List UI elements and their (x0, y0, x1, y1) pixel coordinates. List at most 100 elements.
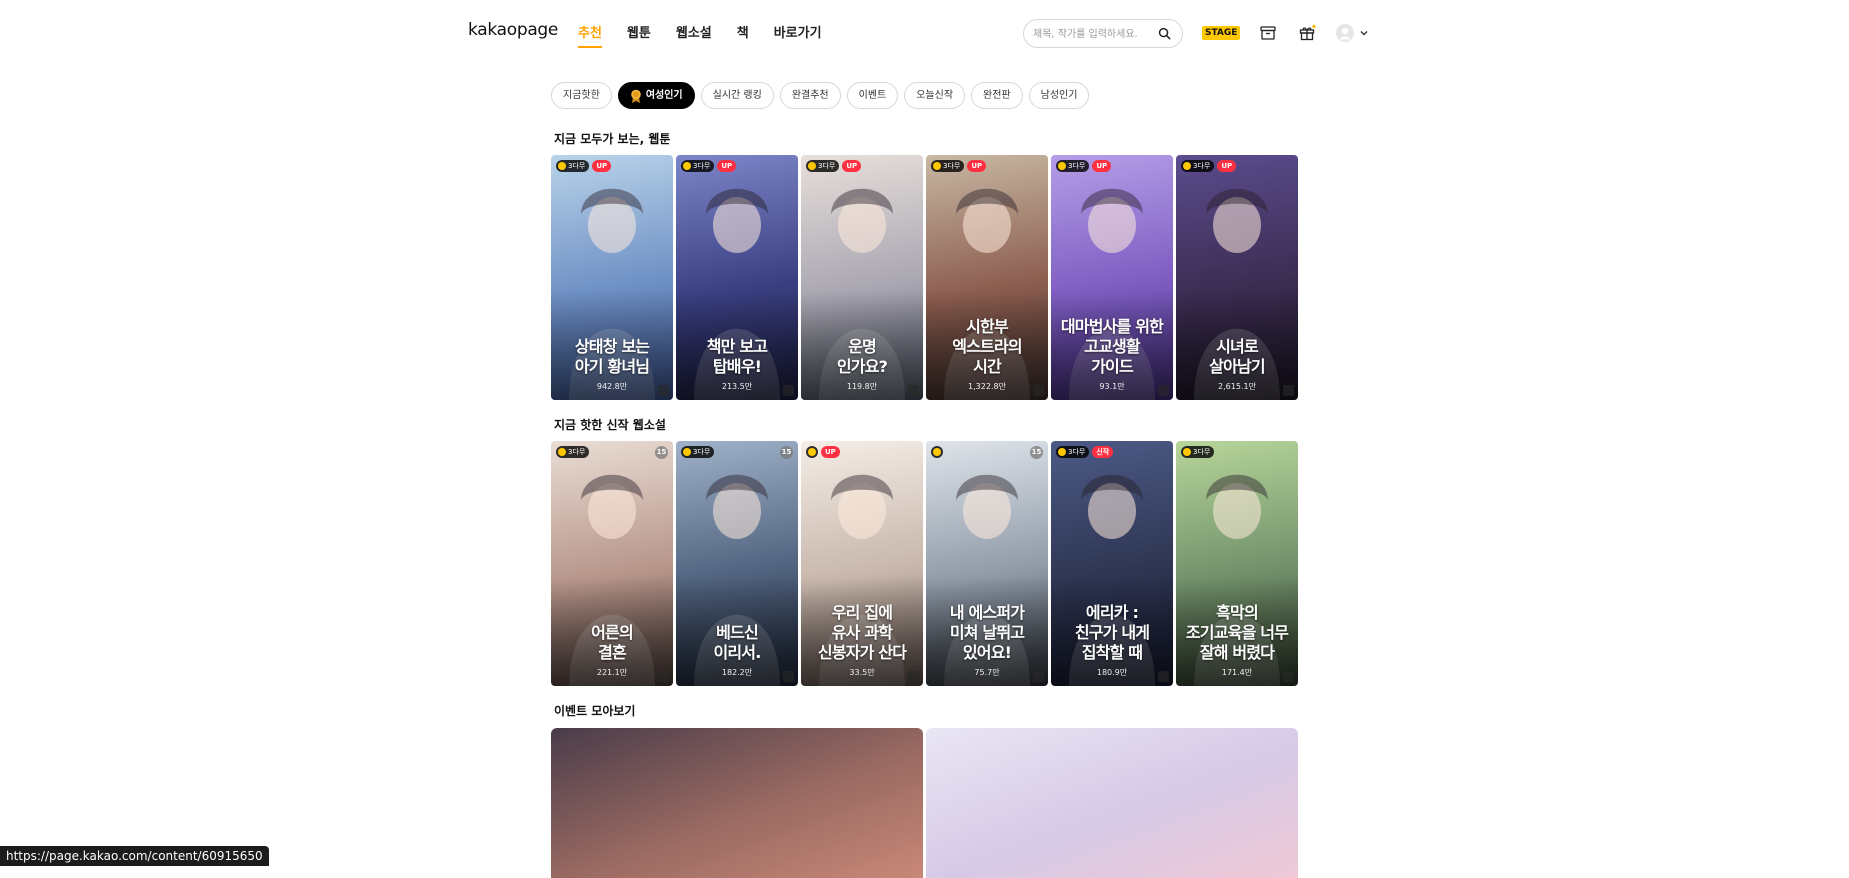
category-chip[interactable]: 지금핫한 (551, 82, 612, 109)
category-chip[interactable]: 남성인기 (1028, 82, 1090, 109)
clock-icon (683, 448, 691, 456)
search-input[interactable] (1033, 26, 1155, 42)
clock-icon (1183, 448, 1191, 456)
menu-icon (1158, 385, 1169, 396)
content-card[interactable]: 3다무 15 베드신 이리서. 182.2만 (676, 441, 798, 686)
status-badge: UP (1217, 160, 1237, 172)
content-card[interactable]: 15 내 에스퍼가 미쳐 날뛰고 있어요! 75.7만 (926, 441, 1048, 686)
menu-icon (658, 385, 669, 396)
status-badge: UP (592, 160, 612, 172)
wait-free-badge: 3다무 (1181, 160, 1215, 172)
content-card[interactable]: 3다무 흑막의 조기교육을 너무 잘해 버렸다 171.4만 (1176, 441, 1298, 686)
nav-item[interactable]: 바로가기 (774, 22, 822, 48)
category-chip-label: 여성인기 (645, 90, 683, 101)
nav-item[interactable]: 책 (737, 22, 749, 48)
menu-icon (908, 671, 919, 682)
category-chip[interactable]: 완전판 (971, 82, 1023, 109)
badge-group: 3다무 UP (1056, 160, 1112, 172)
category-chip-label: 오늘신작 (916, 90, 954, 101)
clock-icon (933, 162, 941, 170)
category-chip[interactable]: 여성인기 (617, 82, 695, 109)
content-card[interactable]: 3다무 UP 시녀로 살아남기 2,615.1만 (1176, 155, 1298, 400)
view-count: 942.8만 (596, 382, 628, 391)
content-card[interactable]: 3다무 UP 시한부 엑스트라의 시간 1,322.8만 (926, 155, 1048, 400)
menu-icon (1283, 385, 1294, 396)
nav-item[interactable]: 웹툰 (627, 22, 651, 48)
main-nav: 추천 웹툰 웹소설 책 바로가기 (578, 22, 822, 48)
badge-group: 3다무 신작 (1056, 446, 1114, 458)
section-title-webtoon: 지금 모두가 보는, 웹툰 (554, 132, 671, 146)
wait-free-label: 3다무 (1068, 448, 1086, 456)
wait-free-label: 3다무 (1193, 162, 1211, 170)
content-title: 책만 보고 탑배우! (706, 337, 768, 376)
menu-icon (1158, 671, 1169, 682)
content-card[interactable]: 3다무 신작 에리카 : 친구가 내게 집착할 때 180.9만 (1051, 441, 1173, 686)
menu-icon (783, 385, 794, 396)
wait-free-badge: 3다무 (1056, 446, 1090, 458)
content-card[interactable]: 3다무 UP 대마법사를 위한 고교생활 가이드 93.1만 (1051, 155, 1173, 400)
section-title-novel: 지금 핫한 신작 웹소설 (554, 418, 666, 432)
status-badge: UP (821, 446, 840, 458)
wait-free-badge: 3다무 (681, 446, 715, 458)
wait-free-label: 3다무 (693, 448, 711, 456)
content-card[interactable]: 3다무 UP 책만 보고 탑배우! 213.5만 (676, 155, 798, 400)
content-title: 운명 인가요? (836, 337, 888, 376)
wait-free-badge: 3다무 (931, 160, 965, 172)
category-chip[interactable]: 실시간 랭킹 (700, 82, 774, 109)
status-badge: UP (967, 160, 987, 172)
kakaopage-logo[interactable]: kakaopage (468, 20, 558, 40)
content-title: 우리 집에 유사 과학 신봉자가 산다 (817, 603, 907, 662)
badge-group (931, 446, 943, 458)
chevron-down-icon (1360, 31, 1368, 36)
event-banner[interactable] (551, 728, 923, 878)
wait-free-label: 3다무 (568, 162, 586, 170)
clock-icon (558, 448, 566, 456)
profile-menu[interactable] (1336, 24, 1370, 42)
category-chip[interactable]: 완결추천 (779, 82, 841, 109)
event-banner[interactable] (926, 728, 1298, 878)
status-badge: 신작 (1092, 446, 1114, 458)
category-chip-label: 실시간 랭킹 (712, 90, 762, 101)
category-chip[interactable]: 오늘신작 (904, 82, 966, 109)
badge-group: 3다무 (681, 446, 715, 458)
content-card[interactable]: 3다무 UP 상태창 보는 아기 황녀님 942.8만 (551, 155, 673, 400)
content-card[interactable]: 3다무 15 어른의 결혼 221.1만 (551, 441, 673, 686)
search-icon[interactable] (1158, 27, 1171, 40)
wait-free-label: 3다무 (1068, 162, 1086, 170)
badge-group: 3다무 UP (681, 160, 737, 172)
badge-group: 3다무 UP (806, 160, 862, 172)
status-bar-url: https://page.kakao.com/content/60915650 (0, 846, 269, 866)
view-count: 213.5만 (721, 382, 753, 391)
badge-group: 3다무 UP (931, 160, 987, 172)
content-title: 시녀로 살아남기 (1209, 337, 1265, 376)
wait-free-label: 3다무 (1193, 448, 1211, 456)
clock-icon (808, 162, 816, 170)
content-title: 내 에스퍼가 미쳐 날뛰고 있어요! (949, 603, 1025, 662)
category-chip[interactable]: 이벤트 (846, 82, 899, 109)
wait-free-badge: 3다무 (806, 160, 840, 172)
content-title: 어른의 결혼 (591, 623, 634, 662)
age-rating-badge: 15 (1030, 446, 1043, 459)
stage-button[interactable]: STAGE (1202, 26, 1241, 40)
status-badge: UP (842, 160, 862, 172)
badge-group: 3다무 UP (1181, 160, 1237, 172)
wait-free-badge: 3다무 (556, 446, 590, 458)
clock-icon (1183, 162, 1191, 170)
view-count: 33.5만 (849, 668, 875, 677)
clock-icon (1058, 162, 1066, 170)
age-rating-badge: 15 (780, 446, 793, 459)
menu-icon (783, 671, 794, 682)
category-chip-label: 완전판 (983, 90, 1011, 101)
section-title-event: 이벤트 모아보기 (554, 704, 636, 718)
nav-item[interactable]: 추천 (578, 22, 602, 48)
view-count: 180.9만 (1096, 668, 1128, 677)
archive-box-icon[interactable] (1259, 24, 1277, 42)
menu-icon (1283, 671, 1294, 682)
nav-item[interactable]: 웹소설 (676, 22, 712, 48)
gift-icon[interactable] (1298, 24, 1316, 42)
content-card[interactable]: UP 우리 집에 유사 과학 신봉자가 산다 33.5만 (801, 441, 923, 686)
badge-group: 3다무 (1181, 446, 1215, 458)
content-card[interactable]: 3다무 UP 운명 인가요? 119.8만 (801, 155, 923, 400)
content-title: 대마법사를 위한 고교생활 가이드 (1060, 317, 1164, 376)
search-box[interactable] (1023, 19, 1183, 48)
